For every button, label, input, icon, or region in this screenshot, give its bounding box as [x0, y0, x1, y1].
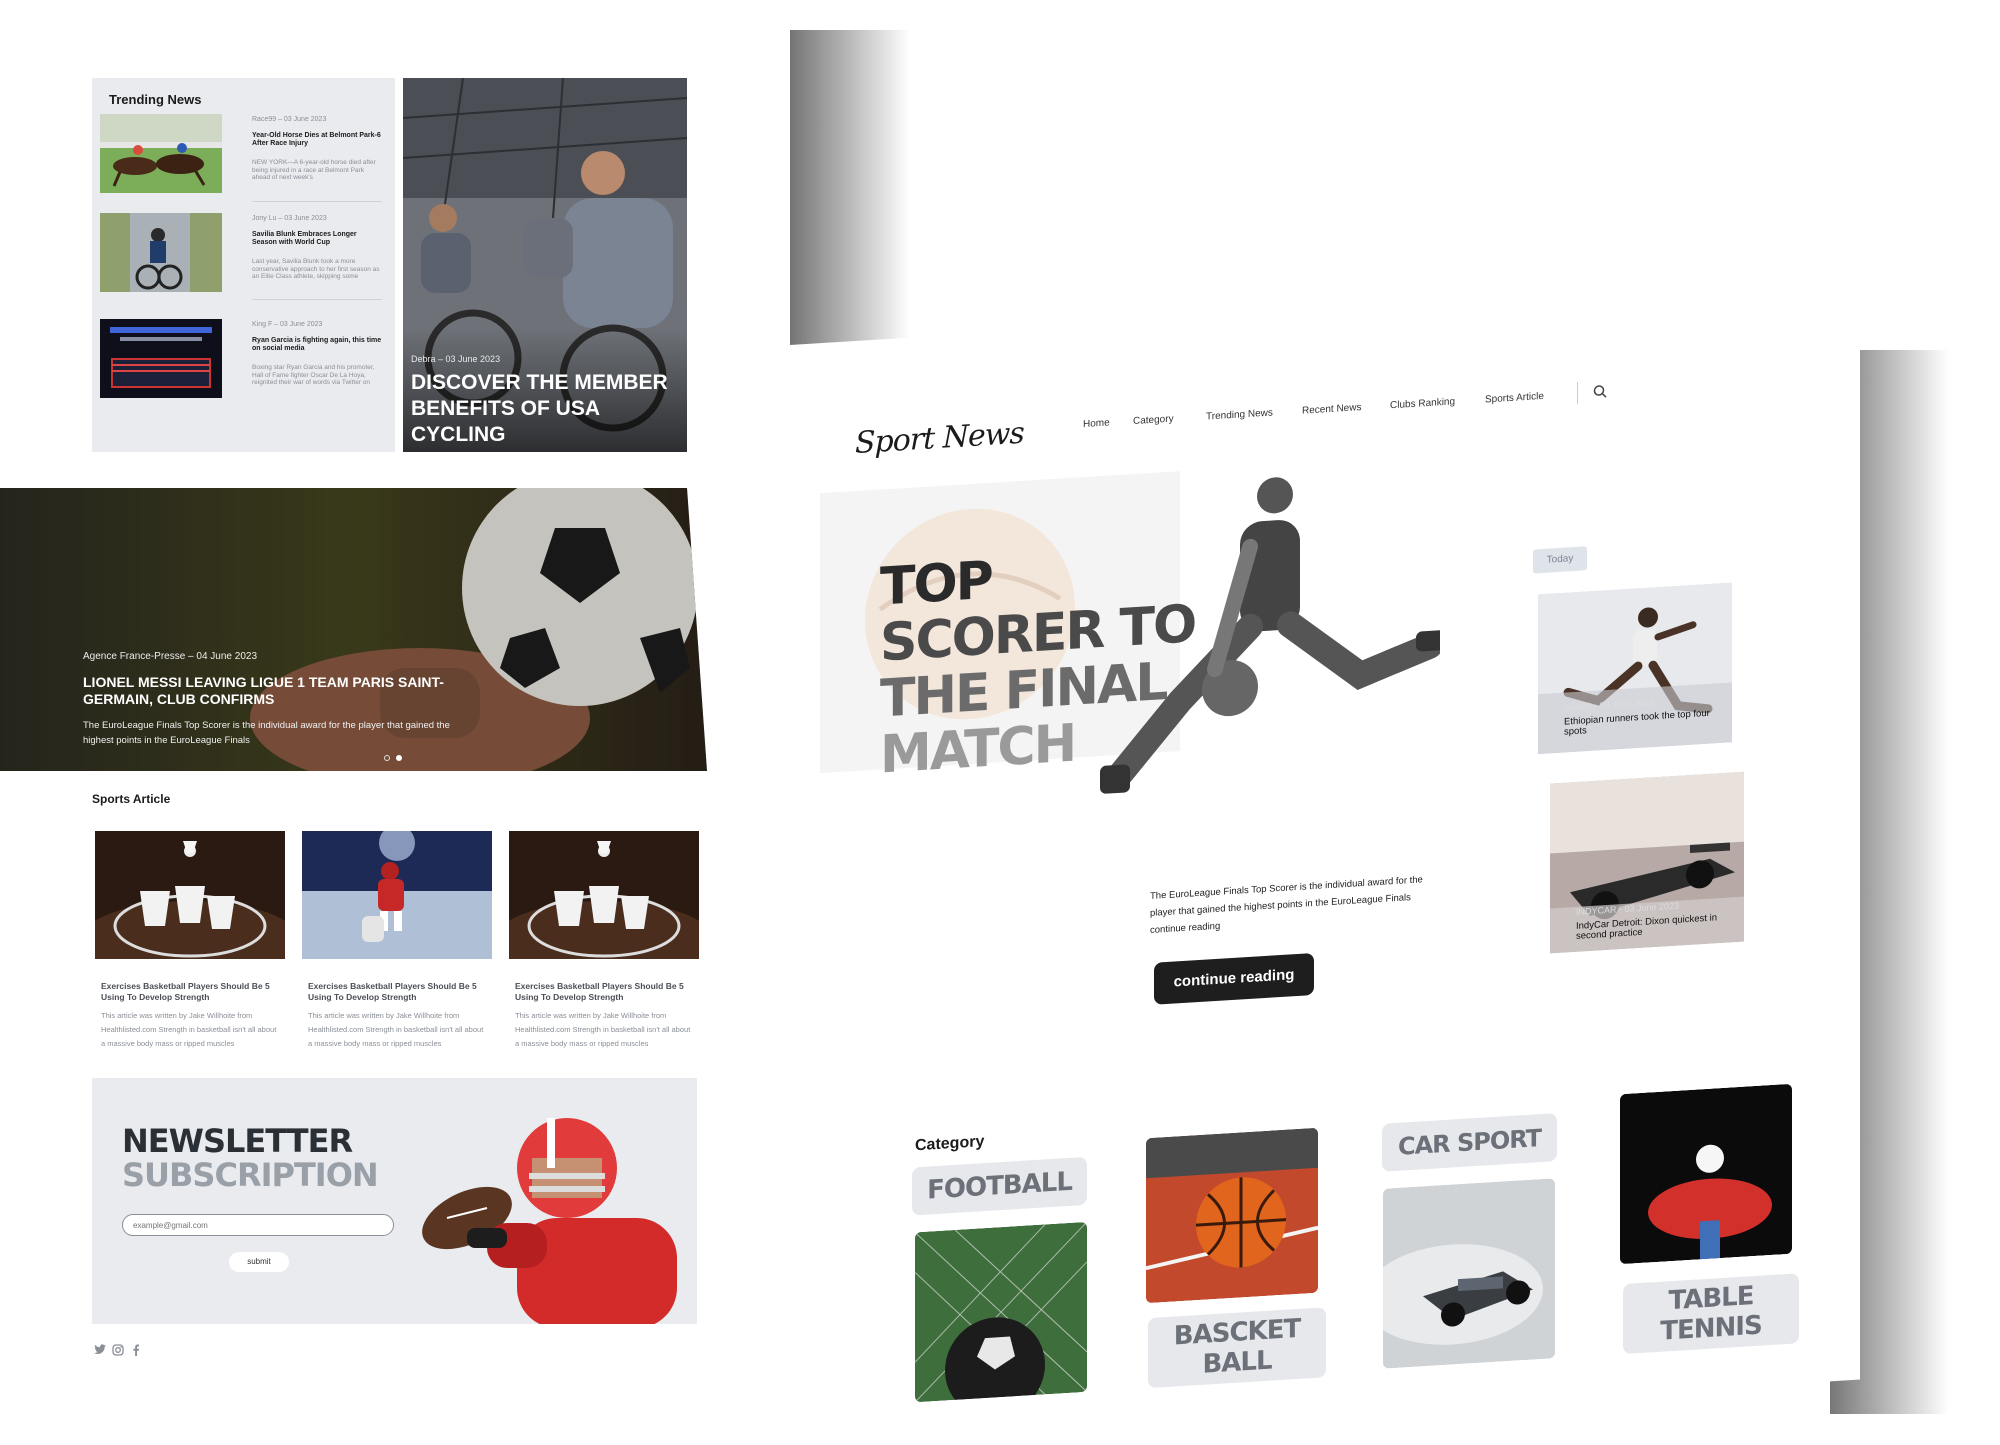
site-logo[interactable]: Sport News [855, 416, 1024, 461]
article-excerpt: This article was written by Jake Willhoi… [101, 1011, 277, 1048]
trending-item[interactable]: King F – 03 June 2023 Ryan Garcia is fig… [100, 319, 385, 399]
nav-clubs-ranking[interactable]: Clubs Ranking [1390, 396, 1455, 411]
hockey-photo [302, 831, 492, 959]
cyclist-photo [100, 213, 222, 292]
article-card[interactable]: Exercises Basketball Players Should Be 5… [302, 831, 492, 1048]
instagram-icon[interactable] [112, 1344, 124, 1359]
feature-meta: Debra – 03 June 2023 [411, 354, 501, 364]
trending-excerpt: NEW YORK—A 6-year-old horse died after b… [252, 159, 376, 181]
feature-title[interactable]: DISCOVER THE MEMBER BENEFITS OF USA CYCL… [411, 370, 681, 448]
badminton-photo [509, 831, 699, 959]
hero-excerpt: The EuroLeague Finals Top Scorer is the … [83, 720, 450, 746]
divider [252, 201, 382, 202]
newsletter-title: NEWSLETTER [122, 1122, 353, 1160]
slider-dot-active[interactable] [396, 755, 402, 761]
today-card[interactable]: race99 - 03 June 2023 Ethiopian runners … [1538, 582, 1732, 755]
trending-headline[interactable]: Year-Old Horse Dies at Belmont Park-6 Af… [252, 132, 382, 148]
slider-dot[interactable] [384, 755, 390, 761]
article-title[interactable]: Exercises Basketball Players Should Be 5… [308, 981, 488, 1003]
hero-slider[interactable]: Agence France-Presse – 04 June 2023 LION… [0, 488, 707, 771]
nav-trending-news[interactable]: Trending News [1206, 407, 1273, 422]
trending-meta: Race99 – 03 June 2023 [252, 116, 327, 123]
trending-item[interactable]: Race99 – 03 June 2023 Year-Old Horse Die… [100, 114, 385, 202]
email-input[interactable] [122, 1214, 394, 1236]
twitter-icon[interactable] [94, 1344, 106, 1358]
hero-title[interactable]: LIONEL MESSI LEAVING LIGUE 1 TEAM PARIS … [83, 674, 463, 708]
newsletter-section: NEWSLETTER SUBSCRIPTION submit [92, 1078, 697, 1324]
table-tennis-photo[interactable] [1620, 1083, 1792, 1265]
trending-meta: King F – 03 June 2023 [252, 321, 323, 328]
trending-news-panel: Trending News Race99 – 03 June 2023 Year… [92, 78, 395, 452]
basketball-court-photo[interactable] [1146, 1127, 1318, 1304]
trending-news-title: Trending News [109, 92, 202, 107]
category-car-sport-label[interactable]: CAR SPORT [1382, 1113, 1557, 1172]
continue-reading-button[interactable]: continue reading [1154, 952, 1314, 1005]
newsletter-subtitle: SUBSCRIPTION [122, 1156, 379, 1194]
boxing-ring-photo [100, 319, 222, 398]
article-excerpt: This article was written by Jake Willhoi… [515, 1011, 691, 1048]
horse-race-photo [100, 114, 222, 193]
trending-item[interactable]: Jony Lu – 03 June 2023 Savilia Blunk Emb… [100, 213, 385, 300]
submit-button[interactable]: submit [229, 1252, 289, 1272]
football-player-photo [422, 1118, 677, 1324]
drifting-car-photo[interactable] [1383, 1178, 1555, 1369]
article-card[interactable]: Exercises Basketball Players Should Be 5… [509, 831, 699, 1048]
trending-headline[interactable]: Savilia Blunk Embraces Longer Season wit… [252, 231, 382, 247]
facebook-icon[interactable] [132, 1344, 140, 1359]
category-title: Category [915, 1133, 985, 1155]
badminton-photo [95, 831, 285, 959]
article-card[interactable]: Exercises Basketball Players Should Be 5… [95, 831, 285, 1048]
category-basketball-label[interactable]: BASCKET BALL [1148, 1307, 1326, 1389]
football-net-photo[interactable] [915, 1221, 1087, 1403]
hero-headline[interactable]: TOP SCORER TO THE FINAL MATCH [880, 540, 1195, 786]
today-card[interactable]: INDYCAR - 03 June 2023 IndyCar Detroit: … [1550, 771, 1744, 954]
nav-category[interactable]: Category [1133, 414, 1174, 427]
nav-divider [1577, 381, 1578, 404]
search-icon[interactable] [1593, 384, 1607, 404]
nav-home[interactable]: Home [1083, 417, 1110, 430]
category-football-label[interactable]: FOOTBALL [912, 1156, 1087, 1216]
article-title[interactable]: Exercises Basketball Players Should Be 5… [101, 981, 281, 1003]
homepage-preview: Sport News Home Category Trending News R… [790, 279, 1860, 1445]
nav-sports-article[interactable]: Sports Article [1485, 391, 1544, 406]
trending-excerpt: Last year, Savilia Blunk took a more con… [252, 258, 380, 280]
divider [252, 299, 382, 300]
trending-excerpt: Boxing star Ryan Garcia and his promoter… [252, 364, 375, 386]
category-table-tennis-label[interactable]: TABLE TENNIS [1623, 1273, 1799, 1355]
article-excerpt: This article was written by Jake Willhoi… [308, 1011, 484, 1048]
today-tab[interactable]: Today [1533, 546, 1587, 574]
trending-meta: Jony Lu – 03 June 2023 [252, 215, 327, 222]
nav-recent-news[interactable]: Recent News [1302, 402, 1361, 417]
article-title[interactable]: Exercises Basketball Players Should Be 5… [515, 981, 695, 1003]
hero-meta: Agence France-Presse – 04 June 2023 [83, 651, 257, 662]
feature-card[interactable]: Debra – 03 June 2023 DISCOVER THE MEMBER… [403, 78, 687, 452]
trending-headline[interactable]: Ryan Garcia is fighting again, this time… [252, 337, 382, 353]
sports-article-title: Sports Article [92, 792, 171, 806]
